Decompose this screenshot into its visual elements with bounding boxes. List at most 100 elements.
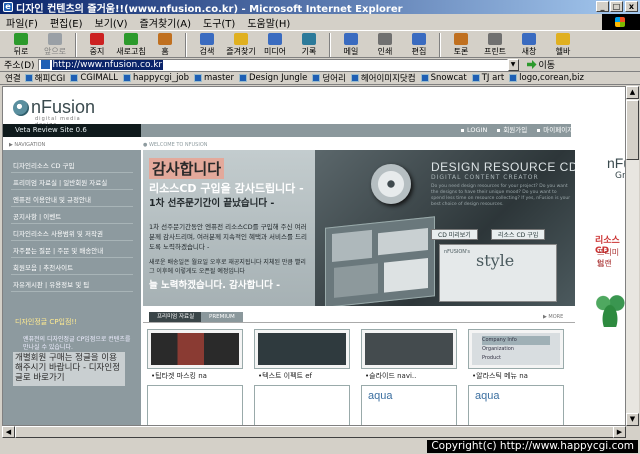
- vertical-scrollbar[interactable]: ▲ ▼: [626, 86, 639, 426]
- thumbnail-caption[interactable]: •팁타겟 마스킹 na: [151, 371, 207, 381]
- resource-thumbnail-row2[interactable]: [147, 385, 243, 425]
- vertical-scroll-thumb[interactable]: [626, 100, 639, 160]
- nav-divider: [11, 206, 133, 207]
- menu-edit[interactable]: 편집(E): [50, 15, 83, 30]
- thumbnail-caption[interactable]: •알라스틱 메뉴 na: [472, 371, 528, 381]
- link-item[interactable]: happycgi_job: [122, 73, 189, 83]
- premium-tab-active[interactable]: 프리미엄 자료실: [149, 312, 203, 322]
- link-label: 해피CGI: [34, 74, 66, 84]
- site-logo[interactable]: nFusion digital media design: [13, 97, 95, 128]
- toolbar-button-7[interactable]: 미디어: [258, 31, 292, 58]
- maximize-button[interactable]: □: [610, 1, 623, 12]
- resource-thumbnail[interactable]: [147, 329, 243, 369]
- toolbar-button-12[interactable]: 토론: [444, 31, 478, 58]
- nav-item[interactable]: 회원모음 | 추천사이트: [13, 262, 73, 272]
- toolbar: 뒤로 앞으로 중지 새로고침 홈 검색 즐겨찾기 미디어 기록 메일 인쇄 편집 토론 프린트 새창 헬바: [0, 30, 640, 58]
- toolbar-button-10[interactable]: 인쇄: [368, 31, 402, 58]
- go-label: 이동: [538, 61, 556, 71]
- more-link[interactable]: ▶ MORE: [543, 312, 563, 322]
- toolbar-button-11[interactable]: 편집: [402, 31, 436, 58]
- header-links: LOGIN 회원가입 마이페이지: [461, 124, 573, 137]
- menu-view[interactable]: 보기(V): [95, 15, 128, 30]
- nav-item[interactable]: 자주묻는 질문 | 주문 및 배송안내: [13, 245, 103, 255]
- toolbar-label: 토론: [453, 47, 469, 56]
- toolbar-label: 미디어: [263, 47, 287, 56]
- nav-item[interactable]: 디자인리소스 사용범위 및 저작권: [13, 228, 103, 238]
- toolbar-button-0[interactable]: 뒤로: [4, 31, 38, 58]
- toolbar-button-9[interactable]: 메일: [334, 31, 368, 58]
- cd-disc-icon: [371, 164, 411, 204]
- thumbnail-caption[interactable]: •텍스트 이펙트 ef: [258, 371, 312, 381]
- nfusion-logo-icon: [13, 99, 29, 116]
- horizontal-scroll-thumb[interactable]: [15, 426, 615, 438]
- horizontal-scrollbar[interactable]: ◀ ▶: [2, 426, 626, 438]
- toolbar-label: 검색: [199, 47, 215, 56]
- designjungle-link[interactable]: 개별회원 구매는 정글을 이용해주시기 바랍니다 - 디자인정글로 바로가기: [13, 352, 125, 386]
- link-item[interactable]: 해피CGI: [24, 72, 66, 84]
- link-item[interactable]: 헤어이미지닷컴: [350, 72, 416, 84]
- toolbar-button-5[interactable]: 검색: [190, 31, 224, 58]
- resource-thumbnail[interactable]: [361, 329, 457, 369]
- link-item[interactable]: CGIMALL: [70, 73, 118, 83]
- cd-preview-button[interactable]: CD 미리보기: [431, 229, 478, 240]
- menu-favorites[interactable]: 즐겨찾기(A): [140, 15, 191, 30]
- premium-tab[interactable]: PREMIUM: [201, 312, 243, 322]
- cd-buy-button[interactable]: 리소스 CD 구입: [491, 229, 546, 240]
- link-item[interactable]: Snowcat: [420, 73, 467, 83]
- title-bar: e 디자인 컨텐츠의 즐거움!!(www.nfusion.co.kr) - Mi…: [0, 0, 640, 15]
- toolbar-button-3[interactable]: 새로고침: [114, 31, 148, 58]
- join-link[interactable]: 회원가입: [497, 124, 527, 137]
- scroll-down-button[interactable]: ▼: [626, 413, 639, 426]
- nav-item[interactable]: 엔퓨전 이용안내 및 규정안내: [13, 194, 91, 204]
- resource-thumbnail[interactable]: Company Info Organization Product: [468, 329, 564, 369]
- nav-item[interactable]: 자유게시판 | 유용정보 및 팁: [13, 279, 89, 289]
- link-item[interactable]: Design Jungle: [239, 73, 307, 83]
- toolbar-button-15[interactable]: 헬바: [546, 31, 580, 58]
- design-resource-text: Do you need design resources for your pr…: [431, 184, 571, 207]
- history-icon: [302, 33, 316, 45]
- toolbar-button-6[interactable]: 즐겨찾기: [224, 31, 258, 58]
- link-page-icon: [350, 74, 359, 82]
- toolbar-button-1[interactable]: 앞으로: [38, 31, 72, 58]
- scroll-up-button[interactable]: ▲: [626, 86, 639, 99]
- nav-item[interactable]: 디자인리소스 CD 구입: [13, 160, 75, 170]
- toolbar-button-2[interactable]: 중지: [80, 31, 114, 58]
- design-resource-subtitle: DIGITAL CONTENT CREATOR: [431, 174, 539, 181]
- designjungle-notice[interactable]: 디자인정글 CP입점!!: [3, 317, 77, 327]
- address-input[interactable]: http://www.nfusion.co.kr: [37, 58, 508, 71]
- minimize-button[interactable]: _: [596, 1, 609, 12]
- nav-item[interactable]: 프리미엄 자료실 | 일반회원 자료실: [13, 177, 107, 187]
- go-arrow-icon: [526, 60, 537, 69]
- resource-thumbnail-row2[interactable]: aqua: [468, 385, 564, 425]
- nav-divider: [11, 223, 133, 224]
- toolbar-button-8[interactable]: 기록: [292, 31, 326, 58]
- link-item[interactable]: TJ art: [471, 73, 505, 83]
- link-label: TJ art: [481, 73, 505, 83]
- scroll-left-button[interactable]: ◀: [2, 426, 15, 438]
- mypage-link[interactable]: 마이페이지: [537, 124, 573, 137]
- nav-item[interactable]: 공지사항 | 이벤트: [13, 211, 61, 221]
- link-label: logo,corean,biz: [519, 73, 584, 83]
- address-dropdown-button[interactable]: ▼: [507, 58, 519, 71]
- toolbar-button-4[interactable]: 홈: [148, 31, 182, 58]
- thumbnail-caption[interactable]: •슬라이드 navi..: [365, 371, 416, 381]
- login-link[interactable]: LOGIN: [461, 124, 487, 137]
- print-icon: [378, 33, 392, 45]
- hero-banner: 감사합니다 리소스CD 구입을 감사드립니다 - 1차 선주문기간이 끝났습니다…: [143, 150, 575, 306]
- resource-thumbnail-row2[interactable]: aqua: [361, 385, 457, 425]
- link-item[interactable]: 덩어리: [312, 72, 346, 84]
- close-button[interactable]: x: [625, 1, 638, 12]
- menu-help[interactable]: 도움말(H): [247, 15, 290, 30]
- resource-thumbnail[interactable]: [254, 329, 350, 369]
- link-item[interactable]: master: [194, 73, 234, 83]
- toolbar-button-13[interactable]: 프린트: [478, 31, 512, 58]
- go-button[interactable]: 이동: [526, 58, 556, 71]
- menu-file[interactable]: 파일(F): [6, 15, 38, 30]
- link-page-icon: [312, 74, 321, 82]
- menu-tools[interactable]: 도구(T): [203, 15, 235, 30]
- link-item[interactable]: logo,corean,biz: [509, 73, 584, 83]
- toolbar-label: 헬바: [555, 47, 571, 56]
- scroll-right-button[interactable]: ▶: [613, 426, 626, 438]
- toolbar-button-14[interactable]: 새창: [512, 31, 546, 58]
- resource-thumbnail-row2[interactable]: [254, 385, 350, 425]
